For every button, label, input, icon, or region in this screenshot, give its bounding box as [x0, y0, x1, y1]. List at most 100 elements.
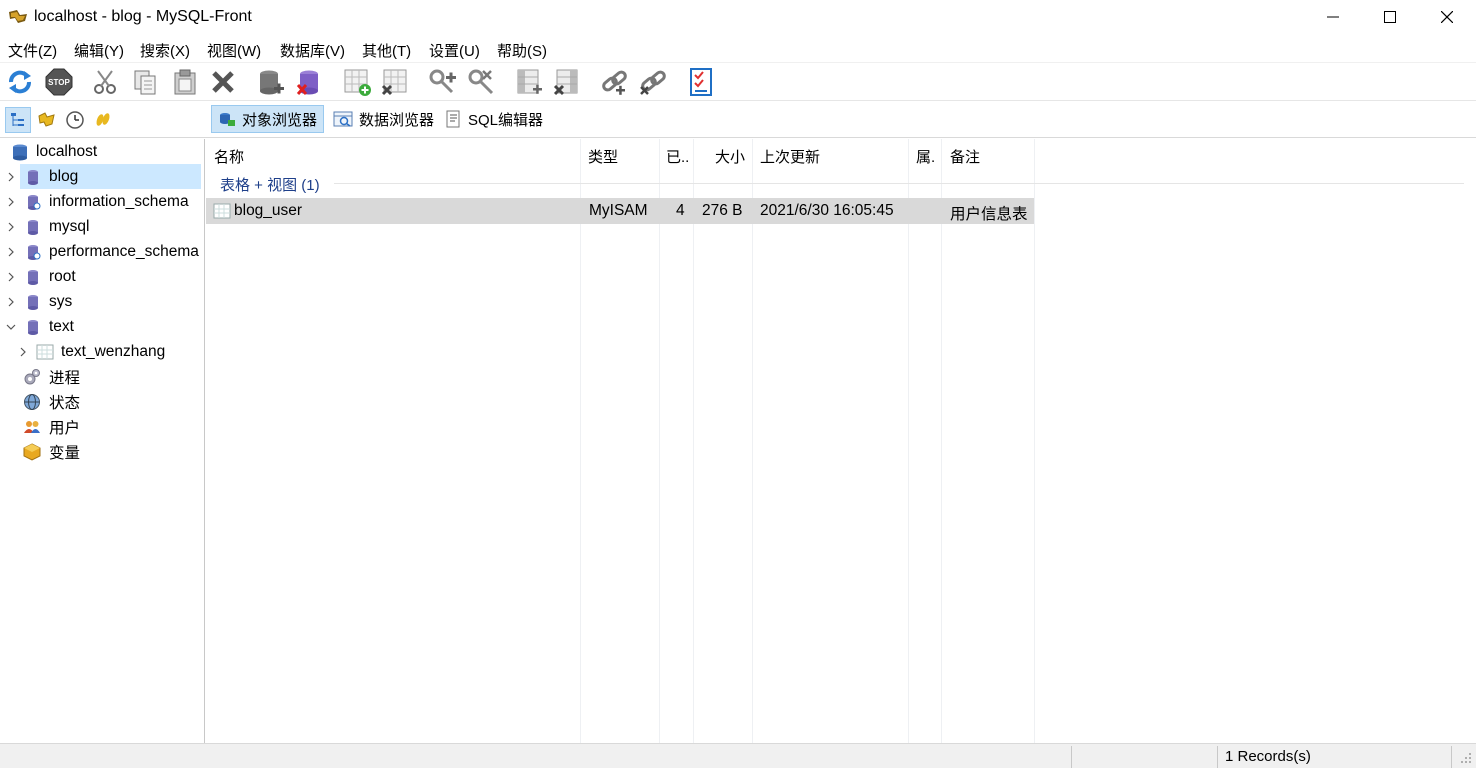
drop-database-icon [296, 70, 318, 95]
database-icon [28, 269, 38, 285]
chevron-right-icon[interactable] [5, 221, 17, 233]
menu-help[interactable]: 帮助(S) [497, 40, 547, 61]
tree-db-mysql[interactable]: mysql [0, 214, 204, 239]
status-bar: 1 Records(s) [0, 743, 1476, 768]
stop-button[interactable]: STOP [42, 66, 76, 98]
tree-label: information_schema [49, 192, 189, 210]
drop-link-button[interactable] [636, 66, 670, 98]
title-bar: localhost - blog - MySQL-Front [0, 0, 1476, 36]
column-header-name[interactable]: 名称 [214, 141, 244, 171]
tree-label: 状态 [49, 394, 81, 412]
tree-label: text [49, 317, 74, 335]
menu-settings[interactable]: 设置(U) [429, 40, 480, 61]
column-header-comment[interactable]: 备注 [950, 141, 980, 171]
tree-status[interactable]: 状态 [0, 389, 204, 414]
chevron-down-icon[interactable] [5, 321, 17, 333]
column-header-size[interactable]: 大小 [715, 141, 745, 171]
data-browser-label: 数据浏览器 [359, 111, 435, 129]
menu-database[interactable]: 数据库(V) [280, 40, 345, 61]
sql-editor-label: SQL编辑器 [468, 111, 544, 129]
drop-field-icon [468, 69, 494, 95]
object-browser-icon [220, 113, 235, 126]
cell-comment: 用户信息表 [950, 206, 1028, 223]
column-divider [580, 139, 581, 743]
tree-table-text-wenzhang[interactable]: text_wenzhang [0, 339, 204, 364]
tree-variables[interactable]: 变量 [0, 439, 204, 464]
tree-label: root [49, 267, 76, 285]
chevron-right-icon[interactable] [5, 271, 17, 283]
column-header-attributes[interactable]: 属. [916, 141, 935, 171]
add-index-button[interactable] [512, 66, 546, 98]
tree-label: text_wenzhang [61, 342, 166, 360]
chevron-right-icon[interactable] [5, 296, 17, 308]
history-button[interactable] [62, 107, 88, 133]
menu-search[interactable]: 搜索(X) [140, 40, 190, 61]
drop-table-button[interactable] [378, 66, 412, 98]
object-browser-tab[interactable]: 对象浏览器 [211, 105, 325, 133]
tree-label: mysql [49, 217, 90, 235]
table-row[interactable]: blog_user MyISAM 4 276 B 2021/6/30 16:05… [206, 198, 1034, 224]
properties-button[interactable] [684, 66, 718, 98]
sql-editor-icon [446, 110, 460, 128]
chevron-right-icon[interactable] [5, 196, 17, 208]
minimize-icon [1327, 16, 1339, 18]
add-table-button[interactable] [340, 66, 374, 98]
column-divider [659, 139, 660, 743]
menu-file[interactable]: 文件(Z) [8, 40, 57, 61]
refresh-button[interactable] [3, 66, 37, 98]
tree-users[interactable]: 用户 [0, 414, 204, 439]
status-globe-icon [24, 393, 40, 410]
tree-db-text[interactable]: text [0, 314, 204, 339]
chevron-right-icon[interactable] [17, 346, 29, 358]
add-field-button[interactable] [426, 66, 460, 98]
paste-button[interactable] [168, 66, 202, 98]
minimize-button[interactable] [1304, 0, 1362, 34]
cell-name: blog_user [234, 202, 303, 219]
resize-grip-icon[interactable] [1460, 752, 1472, 764]
tree-server-localhost[interactable]: localhost [0, 139, 204, 164]
maximize-button[interactable] [1361, 0, 1419, 34]
menu-other[interactable]: 其他(T) [362, 40, 411, 61]
copy-button[interactable] [128, 66, 162, 98]
add-database-button[interactable] [254, 66, 288, 98]
sql-editor-tab[interactable]: SQL编辑器 [438, 105, 549, 133]
drop-database-button[interactable] [292, 66, 326, 98]
cut-button[interactable] [88, 66, 122, 98]
svg-text:STOP: STOP [48, 78, 70, 87]
database-icon [28, 294, 38, 310]
close-button[interactable] [1418, 0, 1476, 34]
tree-db-information-schema[interactable]: information_schema [0, 189, 204, 214]
data-browser-tab[interactable]: 数据浏览器 [327, 105, 440, 133]
server-icon [13, 144, 27, 160]
chevron-right-icon[interactable] [5, 171, 17, 183]
tree-db-root[interactable]: root [0, 264, 204, 289]
column-header-type[interactable]: 类型 [588, 141, 618, 171]
tree-db-performance-schema[interactable]: performance_schema [0, 239, 204, 264]
favorites-button[interactable] [34, 107, 60, 133]
column-header-updated[interactable]: 上次更新 [760, 141, 820, 171]
add-link-button[interactable] [598, 66, 632, 98]
status-divider [1451, 746, 1452, 768]
delete-icon [212, 71, 234, 93]
menu-view[interactable]: 视图(W) [207, 40, 261, 61]
database-icon [28, 319, 38, 335]
tree-db-blog[interactable]: blog [0, 164, 204, 189]
bookmark-button[interactable] [90, 107, 116, 133]
drop-field-button[interactable] [464, 66, 498, 98]
delete-button[interactable] [206, 66, 240, 98]
column-header-records[interactable]: 已... [666, 141, 690, 171]
tree-db-sys[interactable]: sys [0, 289, 204, 314]
tree-view-button[interactable] [5, 107, 31, 133]
column-divider [1034, 139, 1035, 743]
database-icon [28, 219, 38, 235]
column-divider [908, 139, 909, 743]
drop-index-button[interactable] [550, 66, 584, 98]
tree-processes[interactable]: 进程 [0, 364, 204, 389]
object-browser-label: 对象浏览器 [242, 111, 318, 129]
menu-edit[interactable]: 编辑(Y) [74, 40, 124, 61]
favorites-icon [38, 112, 55, 127]
chevron-right-icon[interactable] [5, 246, 17, 258]
system-database-icon [28, 244, 41, 260]
cell-updated: 2021/6/30 16:05:45 [760, 202, 894, 219]
drop-link-icon [640, 70, 666, 95]
